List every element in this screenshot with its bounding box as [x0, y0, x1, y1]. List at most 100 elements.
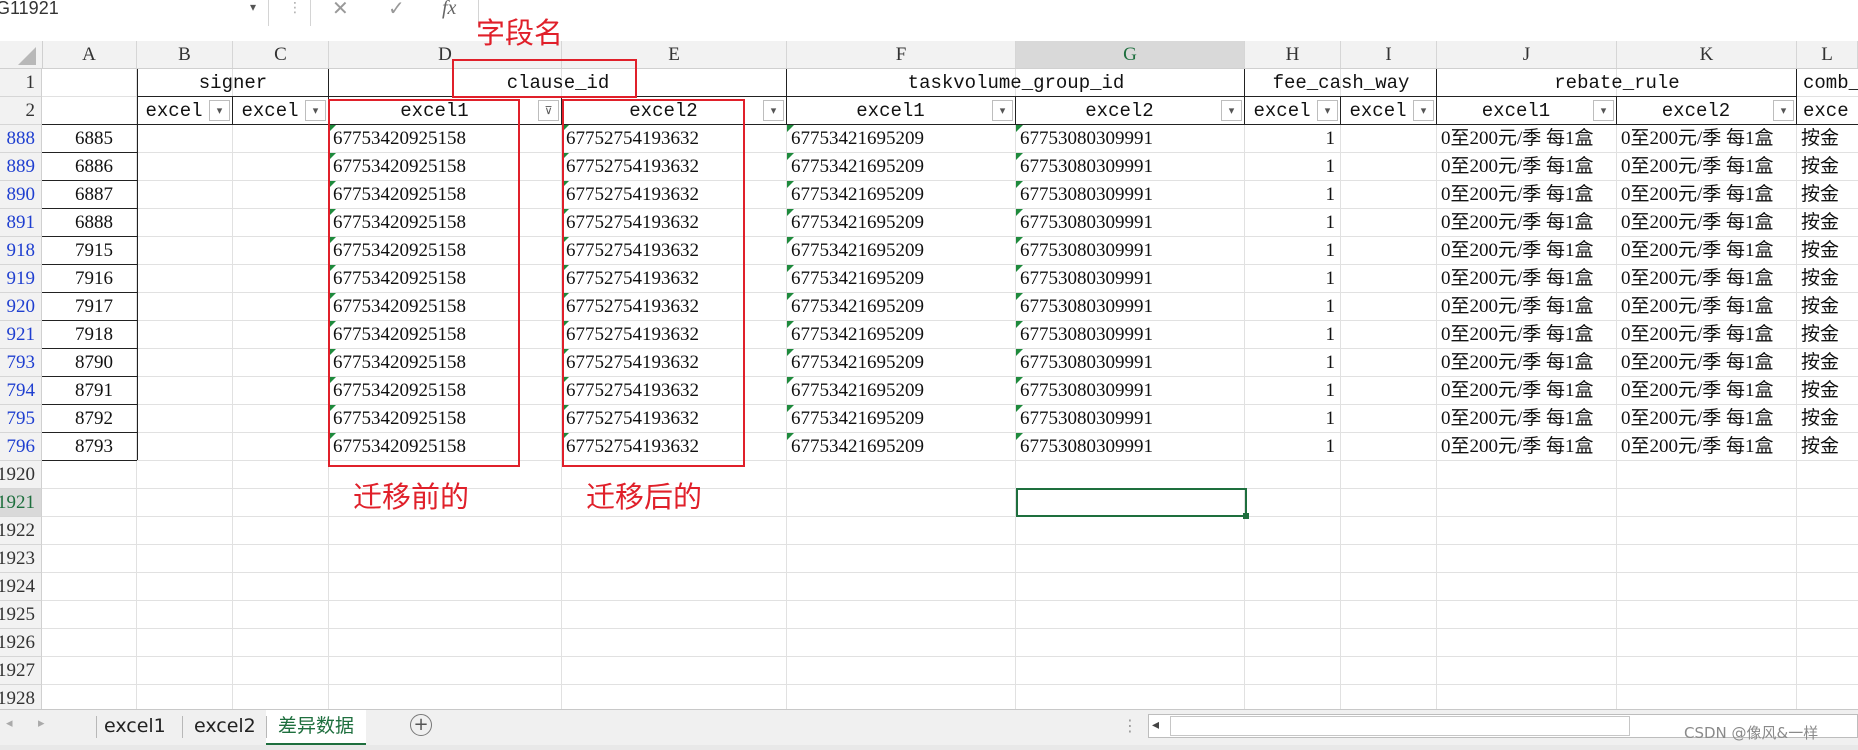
cell-g[interactable]: 67753080309991 [1016, 237, 1245, 265]
row-header[interactable]: 1 [0, 69, 42, 97]
cell-l[interactable]: 按金 [1797, 265, 1858, 293]
scroll-right-icon[interactable]: ▸ [38, 716, 45, 731]
row-header[interactable]: 891 [0, 209, 42, 237]
cell-f[interactable]: 67753421695209 [787, 181, 1016, 209]
cell-j[interactable]: 0至200元/季 每1盒 [1437, 321, 1617, 349]
column-header-b[interactable]: B [137, 41, 233, 68]
cell-f[interactable]: 67753421695209 [787, 153, 1016, 181]
cell-f[interactable]: 67753421695209 [787, 321, 1016, 349]
scroll-left-arrow-icon[interactable]: ◂ [1152, 717, 1159, 733]
row-header[interactable]: 1924 [0, 573, 42, 601]
cell-g[interactable]: 67753080309991 [1016, 377, 1245, 405]
cell-j[interactable]: 0至200元/季 每1盒 [1437, 209, 1617, 237]
enter-icon[interactable]: ✓ [388, 0, 405, 18]
row-header[interactable]: 1920 [0, 461, 42, 489]
cell-j[interactable]: 0至200元/季 每1盒 [1437, 405, 1617, 433]
cell-k[interactable]: 0至200元/季 每1盒 [1617, 209, 1797, 237]
cell-l[interactable]: 按金 [1797, 237, 1858, 265]
cell-a[interactable]: 7916 [42, 265, 137, 293]
row-header[interactable]: 890 [0, 181, 42, 209]
filter-dropdown-icon[interactable]: ▾ [1773, 100, 1794, 121]
row-header[interactable]: 921 [0, 321, 42, 349]
row-header[interactable]: 794 [0, 377, 42, 405]
cell-j[interactable]: 0至200元/季 每1盒 [1437, 293, 1617, 321]
header-rebate-rule[interactable]: rebate_rule [1437, 69, 1797, 97]
cell-g[interactable]: 67753080309991 [1016, 125, 1245, 153]
cell-l[interactable]: 按金 [1797, 377, 1858, 405]
column-header-k[interactable]: K [1617, 41, 1797, 68]
cell-l[interactable]: 按金 [1797, 209, 1858, 237]
more-options-icon-2[interactable]: ⋮ [1122, 716, 1138, 735]
cell-k[interactable]: 0至200元/季 每1盒 [1617, 377, 1797, 405]
cell-a[interactable]: 6888 [42, 209, 137, 237]
cell-g[interactable]: 67753080309991 [1016, 293, 1245, 321]
filter-dropdown-icon[interactable]: ▾ [1593, 100, 1614, 121]
column-header-j[interactable]: J [1437, 41, 1617, 68]
insert-function-icon[interactable]: fx [442, 0, 456, 18]
cell-a[interactable]: 8791 [42, 377, 137, 405]
cell-g[interactable]: 67753080309991 [1016, 405, 1245, 433]
cell-j[interactable]: 0至200元/季 每1盒 [1437, 237, 1617, 265]
cell-f[interactable]: 67753421695209 [787, 209, 1016, 237]
cell-g[interactable]: 67753080309991 [1016, 349, 1245, 377]
cell-g[interactable]: 67753080309991 [1016, 265, 1245, 293]
cell-l[interactable]: 按金 [1797, 405, 1858, 433]
scroll-left-icon[interactable]: ◂ [6, 716, 13, 731]
header-fee-cash-way[interactable]: fee_cash_way [1245, 69, 1437, 97]
filter-dropdown-icon[interactable]: ▾ [209, 100, 230, 121]
filter-dropdown-icon[interactable]: ▾ [992, 100, 1013, 121]
row-header[interactable]: 1921 [0, 489, 42, 517]
cell-k[interactable]: 0至200元/季 每1盒 [1617, 349, 1797, 377]
cell-h[interactable]: 1 [1245, 209, 1341, 237]
row-header[interactable]: 796 [0, 433, 42, 461]
cell-l[interactable]: 按金 [1797, 181, 1858, 209]
cell-g[interactable]: 67753080309991 [1016, 153, 1245, 181]
row-header[interactable]: 889 [0, 153, 42, 181]
sheet-tab-2[interactable]: 差异数据 [266, 710, 367, 746]
header-taskvolume-group-id[interactable]: taskvolume_group_id [787, 69, 1245, 97]
filter-active-icon[interactable]: ⊽ [538, 100, 559, 121]
cell-g[interactable]: 67753080309991 [1016, 209, 1245, 237]
cell-g[interactable]: 67753080309991 [1016, 181, 1245, 209]
column-header-c[interactable]: C [233, 41, 329, 68]
cell-k[interactable]: 0至200元/季 每1盒 [1617, 153, 1797, 181]
cell-h[interactable]: 1 [1245, 125, 1341, 153]
cell-f[interactable]: 67753421695209 [787, 349, 1016, 377]
formula-input[interactable] [480, 0, 1858, 26]
sheet-tab-1[interactable]: excel2 [182, 710, 268, 743]
header-comb[interactable]: comb_ [1797, 69, 1858, 97]
cell-k[interactable]: 0至200元/季 每1盒 [1617, 125, 1797, 153]
cell-a[interactable]: 7918 [42, 321, 137, 349]
row-header[interactable]: 2 [0, 97, 42, 125]
cell-f[interactable]: 67753421695209 [787, 237, 1016, 265]
cell-k[interactable]: 0至200元/季 每1盒 [1617, 265, 1797, 293]
column-header-i[interactable]: I [1341, 41, 1437, 68]
cell-k[interactable]: 0至200元/季 每1盒 [1617, 405, 1797, 433]
header-signer[interactable]: signer [137, 69, 329, 97]
add-sheet-icon[interactable]: + [410, 714, 432, 736]
row-header[interactable]: 919 [0, 265, 42, 293]
cell-h[interactable]: 1 [1245, 349, 1341, 377]
filter-dropdown-icon[interactable]: ▾ [305, 100, 326, 121]
cell-k[interactable]: 0至200元/季 每1盒 [1617, 293, 1797, 321]
cell-f[interactable]: 67753421695209 [787, 125, 1016, 153]
cell-l[interactable]: 按金 [1797, 125, 1858, 153]
row-header[interactable]: 1922 [0, 517, 42, 545]
cell-g[interactable]: 67753080309991 [1016, 433, 1245, 461]
column-header-g[interactable]: G [1016, 41, 1245, 68]
cell-a[interactable]: 6886 [42, 153, 137, 181]
cell-f[interactable]: 67753421695209 [787, 265, 1016, 293]
cell-h[interactable]: 1 [1245, 265, 1341, 293]
cell-l[interactable]: 按金 [1797, 433, 1858, 461]
cell-l[interactable]: 按金 [1797, 321, 1858, 349]
active-cell[interactable] [1016, 488, 1247, 517]
cell-j[interactable]: 0至200元/季 每1盒 [1437, 349, 1617, 377]
cell-j[interactable]: 0至200元/季 每1盒 [1437, 265, 1617, 293]
name-box[interactable]: G11921 [0, 0, 269, 26]
row-header[interactable]: 918 [0, 237, 42, 265]
cell-a[interactable]: 8793 [42, 433, 137, 461]
row-header[interactable]: 795 [0, 405, 42, 433]
cell-h[interactable]: 1 [1245, 153, 1341, 181]
cell-h[interactable]: 1 [1245, 321, 1341, 349]
cell-a[interactable]: 8792 [42, 405, 137, 433]
